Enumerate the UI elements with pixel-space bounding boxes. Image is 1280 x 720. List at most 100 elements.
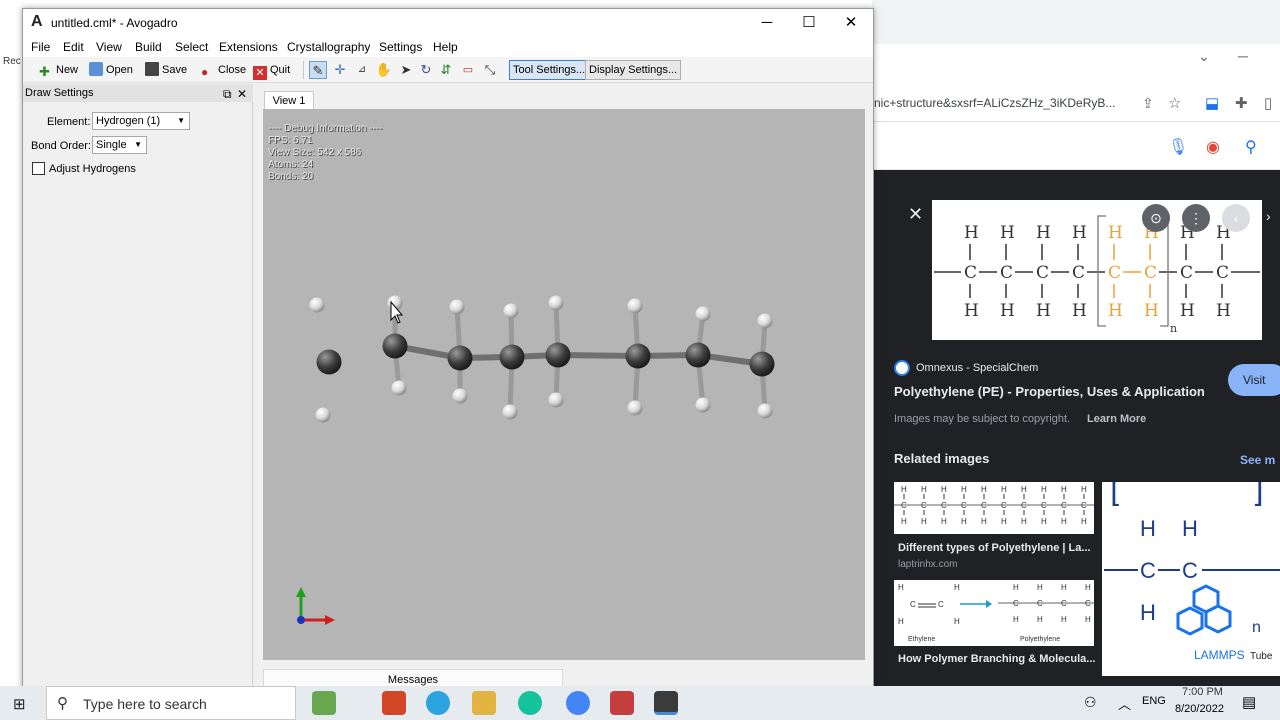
hydrogen-atom[interactable] (391, 380, 407, 396)
carbon-atom[interactable] (316, 349, 342, 375)
hydrogen-atom[interactable] (627, 400, 643, 416)
open-button[interactable]: Open (89, 61, 133, 79)
carbon-atom[interactable] (499, 344, 525, 370)
title-bar[interactable]: A untitled.cml* - Avogadro ─ ☐ ✕ (23, 9, 873, 37)
more-options-icon[interactable]: ⋮ (1182, 204, 1210, 232)
related-title-2[interactable]: How Polymer Branching & Molecula... (898, 653, 1095, 665)
profile-sync-icon[interactable]: ⬓ (1205, 94, 1219, 112)
clock-date[interactable]: 8/20/2022 (1175, 703, 1224, 715)
next-image-icon[interactable]: › (1266, 208, 1271, 224)
result-title[interactable]: Polyethylene (PE) - Properties, Uses & A… (894, 384, 1205, 399)
hydrogen-atom[interactable] (695, 306, 711, 322)
related-image-1[interactable]: HCHHCHHCHHCHHCHHCHHCHHCHHCHHCH (894, 482, 1094, 534)
taskbar-app-icon[interactable] (312, 691, 336, 715)
measure-tool-icon[interactable]: ▭ (459, 61, 477, 79)
hydrogen-atom[interactable] (548, 392, 564, 408)
menu-crystallography[interactable]: Crystallography (287, 40, 370, 54)
maximize-button[interactable]: ☐ (787, 9, 831, 37)
carbon-atom[interactable] (749, 351, 775, 377)
source-name[interactable]: Omnexus - SpecialChem (916, 362, 1038, 374)
hydrogen-atom[interactable] (695, 397, 711, 413)
address-url[interactable]: nic+structure&sxsrf=ALiCzsZHz_3iKDeRyB..… (874, 96, 1115, 110)
previous-image-icon[interactable]: ‹ (1222, 204, 1250, 232)
polyethylene-structure-image[interactable]: HCHHCHHCHHCHHCHHCHHCHHCHn (932, 200, 1262, 340)
learn-more-link[interactable]: Learn More (1087, 413, 1146, 425)
menu-extensions[interactable]: Extensions (219, 40, 278, 54)
related-image-2[interactable]: Ethylene Polyethylene HHCCHHHCHHCHHCHHCH (894, 580, 1094, 646)
side-panel-icon[interactable]: ▯ (1264, 94, 1272, 112)
hydrogen-atom[interactable] (757, 313, 773, 329)
auto-optimize-tool-icon[interactable]: ⇵ (437, 61, 455, 79)
hydrogen-atom[interactable] (502, 404, 518, 420)
taskbar-app-icon[interactable] (610, 691, 634, 715)
carbon-atom[interactable] (382, 333, 408, 359)
carbon-atom[interactable] (545, 342, 571, 368)
hydrogen-atom[interactable] (449, 299, 465, 315)
people-icon[interactable]: ⚇ (1084, 694, 1097, 711)
chrome-icon[interactable] (566, 691, 590, 715)
grammarly-icon[interactable] (518, 691, 542, 715)
menu-view[interactable]: View (96, 40, 122, 54)
related-image-3[interactable]: [ ] H H C C H n LAMMPS Tube (1102, 475, 1280, 676)
taskbar-search-box[interactable]: ⚲ Type here to search (46, 686, 296, 720)
menu-build[interactable]: Build (135, 40, 162, 54)
bond-centric-tool-icon[interactable]: ⊿ (353, 61, 371, 79)
dock-title-bar[interactable]: Draw Settings ⧉ ✕ (23, 84, 253, 102)
carbon-atom[interactable] (625, 343, 651, 369)
hydrogen-atom[interactable] (627, 298, 643, 314)
powerpoint-icon[interactable] (382, 691, 406, 715)
hydrogen-atom[interactable] (315, 407, 331, 423)
tool-settings-button[interactable]: Tool Settings... (509, 60, 590, 80)
autorotate-tool-icon[interactable]: ↻ (417, 61, 435, 79)
hydrogen-atom[interactable] (757, 403, 773, 419)
carbon-atom[interactable] (447, 345, 473, 371)
bookmark-star-icon[interactable]: ☆ (1168, 94, 1181, 112)
see-more-link[interactable]: See m (1240, 453, 1275, 467)
manipulate-tool-icon[interactable]: ✋ (375, 61, 393, 79)
search-icon[interactable]: ⚲ (1245, 137, 1257, 157)
minimize-button[interactable]: ─ (745, 9, 789, 37)
save-button[interactable]: Save (145, 61, 187, 79)
language-indicator[interactable]: ENG (1142, 695, 1166, 707)
browser-minimize-icon[interactable]: ─ (1238, 48, 1248, 64)
menu-select[interactable]: Select (175, 40, 208, 54)
tray-chevron-icon[interactable]: ︿ (1118, 694, 1131, 713)
share-icon[interactable]: ⇪ (1142, 95, 1154, 112)
file-explorer-icon[interactable] (472, 691, 496, 715)
select-tool-icon[interactable]: ➤ (397, 61, 415, 79)
display-settings-button[interactable]: Display Settings... (585, 60, 682, 80)
navigate-tool-icon[interactable]: ✛ (331, 61, 349, 79)
element-combo[interactable]: Hydrogen (1) ▼ (92, 112, 190, 130)
close-button[interactable]: ● Close (201, 61, 246, 79)
tab-view-1[interactable]: View 1 (264, 91, 314, 111)
hydrogen-atom[interactable] (548, 295, 564, 311)
dock-close-icon[interactable]: ✕ (237, 85, 247, 103)
menu-file[interactable]: File (31, 40, 50, 54)
quit-button[interactable]: ✕ Quit (253, 61, 290, 80)
lens-search-icon[interactable]: ◉ (1206, 137, 1220, 157)
hydrogen-atom[interactable] (503, 303, 519, 319)
align-tool-icon[interactable]: ⤡ (481, 61, 499, 79)
hydrogen-atom[interactable] (452, 388, 468, 404)
windows-start-icon[interactable]: ⊞ (13, 695, 26, 713)
extensions-puzzle-icon[interactable]: ✚ (1235, 94, 1248, 112)
carbon-atom[interactable] (685, 342, 711, 368)
avogadro-taskbar-icon[interactable] (654, 691, 678, 715)
bond-order-combo[interactable]: Single ▼ (92, 136, 147, 154)
tab-search-chevron-icon[interactable]: ⌄ (1198, 48, 1210, 65)
telegram-icon[interactable] (426, 691, 450, 715)
hydrogen-atom[interactable] (309, 297, 325, 313)
notifications-icon[interactable]: ▤ (1242, 693, 1256, 711)
visual-search-icon[interactable]: ⊙ (1142, 204, 1170, 232)
adjust-hydrogens-checkbox[interactable] (32, 162, 45, 175)
voice-search-icon[interactable]: 🎙 (1168, 137, 1188, 157)
dock-float-icon[interactable]: ⧉ (223, 85, 232, 103)
close-window-button[interactable]: ✕ (829, 9, 873, 37)
menu-edit[interactable]: Edit (63, 40, 84, 54)
close-preview-icon[interactable]: ✕ (908, 204, 923, 225)
visit-button[interactable]: Visit (1228, 364, 1280, 396)
draw-tool-icon[interactable]: ✎ (309, 61, 327, 79)
related-title-1[interactable]: Different types of Polyethylene | La... (898, 542, 1091, 554)
molecule-3d-view[interactable]: ---- Debug Information ---- FPS: 6.71 Vi… (263, 109, 865, 660)
menu-settings[interactable]: Settings (379, 40, 422, 54)
